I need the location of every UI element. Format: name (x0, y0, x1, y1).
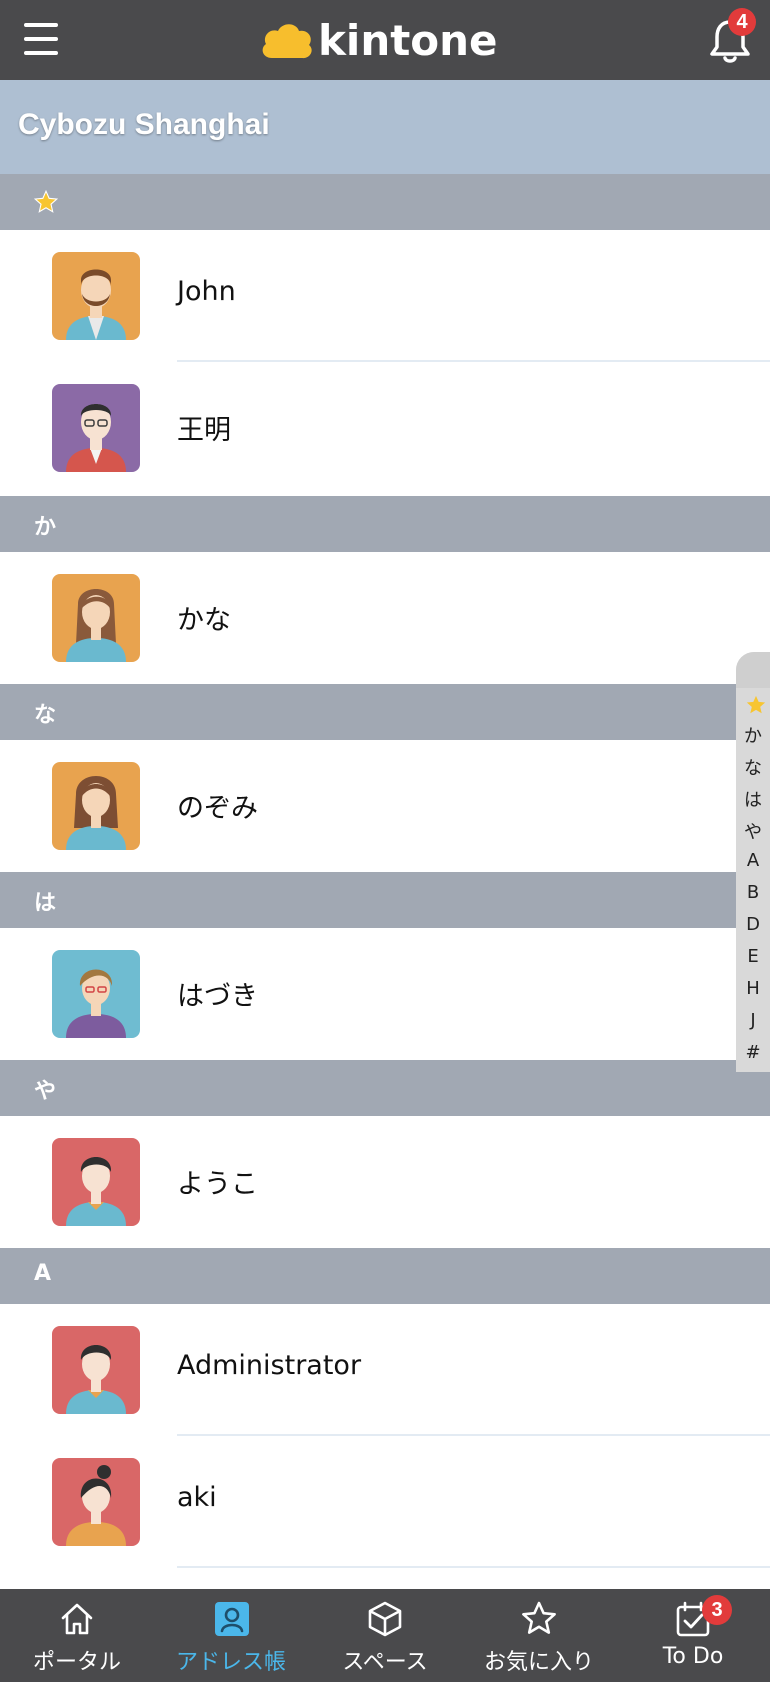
index-item[interactable]: A (736, 850, 770, 871)
tab-label: お気に入り (483, 1650, 594, 1675)
contact-row[interactable]: ようこ (0, 1116, 770, 1248)
tab-label: スペース (342, 1650, 428, 1675)
section-label: か (34, 515, 57, 540)
man-avatar (52, 1326, 140, 1414)
hamburger-menu-icon[interactable] (22, 20, 60, 56)
contact-name: はづき (177, 981, 258, 1012)
index-item[interactable]: D (736, 914, 770, 935)
contact-name: のぞみ (177, 793, 258, 824)
contact-row[interactable]: aki (0, 1436, 770, 1568)
section-header: は (0, 872, 770, 928)
contact-name: かな (177, 605, 231, 636)
tab-label: アドレス帳 (175, 1650, 286, 1675)
section-header: か (0, 496, 770, 552)
section-label: な (34, 703, 57, 728)
man-glasses-avatar (52, 384, 140, 472)
bottom-tab-bar: ポータル アドレス帳 スペース お気に入り To Do (0, 1589, 770, 1682)
index-item[interactable]: B (736, 882, 770, 903)
todo-badge: 3 (702, 1595, 732, 1625)
kintone-logo: kintone (258, 10, 498, 70)
woman-avatar (52, 762, 140, 850)
contact-row[interactable]: かな (0, 552, 770, 684)
notification-badge: 4 (728, 8, 756, 36)
tab-portal[interactable]: ポータル (0, 1589, 154, 1682)
section-header: な (0, 684, 770, 740)
home-icon (61, 1603, 93, 1635)
tab-address-book[interactable]: アドレス帳 (154, 1589, 308, 1682)
tab-label: ポータル (32, 1650, 121, 1675)
woman-bun-avatar (52, 1458, 140, 1546)
section-header: A (0, 1248, 770, 1304)
section-label: は (34, 891, 57, 916)
section-label: や (34, 1079, 57, 1104)
address-book-icon (215, 1602, 249, 1636)
contact-name: ようこ (177, 1169, 258, 1200)
index-item[interactable]: は (736, 786, 770, 812)
man-beard-avatar (52, 252, 140, 340)
tab-favorites[interactable]: お気に入り (462, 1589, 616, 1682)
index-scrollbar-cap (736, 652, 770, 688)
star-icon (33, 189, 59, 213)
index-item[interactable]: や (736, 818, 770, 844)
contact-row[interactable]: はづき (0, 928, 770, 1060)
section-header-favorites (0, 174, 770, 230)
index-star-icon[interactable] (745, 694, 767, 716)
brand-name: kintone (318, 15, 498, 65)
contact-name: 王明 (177, 415, 231, 446)
cube-icon (368, 1601, 402, 1637)
top-bar: kintone 4 (0, 0, 770, 80)
index-item[interactable]: J (736, 1010, 770, 1031)
contact-name: aki (177, 1482, 217, 1513)
index-item[interactable]: # (736, 1042, 770, 1063)
index-item[interactable]: E (736, 946, 770, 967)
row-divider (177, 1566, 770, 1568)
contact-row[interactable]: John (0, 230, 770, 362)
star-outline-icon (522, 1601, 556, 1634)
cloud-logo-icon (262, 24, 312, 59)
contact-row[interactable]: のぞみ (0, 740, 770, 872)
contact-name: John (177, 276, 236, 307)
tab-todo[interactable]: To Do (616, 1589, 770, 1682)
contact-name: Administrator (177, 1350, 362, 1381)
index-item[interactable]: H (736, 978, 770, 999)
woman-avatar (52, 574, 140, 662)
section-label: A (34, 1261, 52, 1286)
index-item[interactable]: な (736, 754, 770, 780)
contact-row[interactable]: Administrator (0, 1304, 770, 1436)
space-header: Cybozu Shanghai (0, 80, 770, 174)
space-title: Cybozu Shanghai (18, 108, 270, 141)
woman-glasses-avatar (52, 950, 140, 1038)
tab-label: To Do (662, 1644, 724, 1669)
tab-space[interactable]: スペース (308, 1589, 462, 1682)
index-item[interactable]: か (736, 722, 770, 748)
contact-row[interactable]: 王明 (0, 362, 770, 494)
section-header: や (0, 1060, 770, 1116)
man-avatar (52, 1138, 140, 1226)
